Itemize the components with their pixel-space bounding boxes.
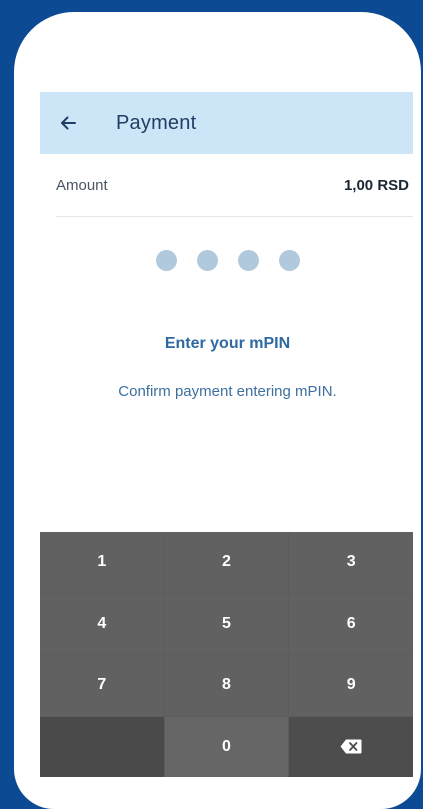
key-9[interactable]: 9	[289, 655, 413, 716]
prompt-subtitle: Confirm payment entering mPIN.	[118, 383, 337, 400]
pin-dot	[196, 250, 218, 271]
key-5[interactable]: 5	[164, 593, 289, 654]
key-3[interactable]: 3	[289, 532, 413, 593]
prompt-title: Enter your mPIN	[164, 335, 291, 352]
amount-row: Amount 1,00 RSD	[56, 155, 413, 217]
backspace-icon	[340, 739, 362, 754]
key-6[interactable]: 6	[289, 593, 413, 654]
key-blank	[40, 716, 164, 777]
key-2[interactable]: 2	[164, 532, 289, 593]
page-title: Payment	[116, 111, 197, 134]
key-7[interactable]: 7	[40, 655, 164, 716]
amount-value: 1,00 RSD	[343, 177, 409, 194]
arrow-left-icon[interactable]	[58, 113, 78, 133]
pin-dot	[278, 250, 300, 271]
backspace-key[interactable]	[289, 716, 413, 777]
pin-dot	[237, 250, 259, 271]
phone-screen: Payment Amount 1,00 RSD Enter your mPIN …	[14, 12, 421, 809]
numeric-keypad: 1 2 3 4 5 6 7 8 9 0	[40, 532, 413, 777]
key-0[interactable]: 0	[164, 716, 289, 777]
key-4[interactable]: 4	[40, 593, 164, 654]
key-8[interactable]: 8	[164, 655, 289, 716]
pin-dot	[155, 250, 177, 271]
amount-label: Amount	[56, 177, 108, 194]
key-1[interactable]: 1	[40, 532, 164, 593]
pin-indicator	[14, 250, 421, 271]
app-bar: Payment	[40, 92, 413, 154]
